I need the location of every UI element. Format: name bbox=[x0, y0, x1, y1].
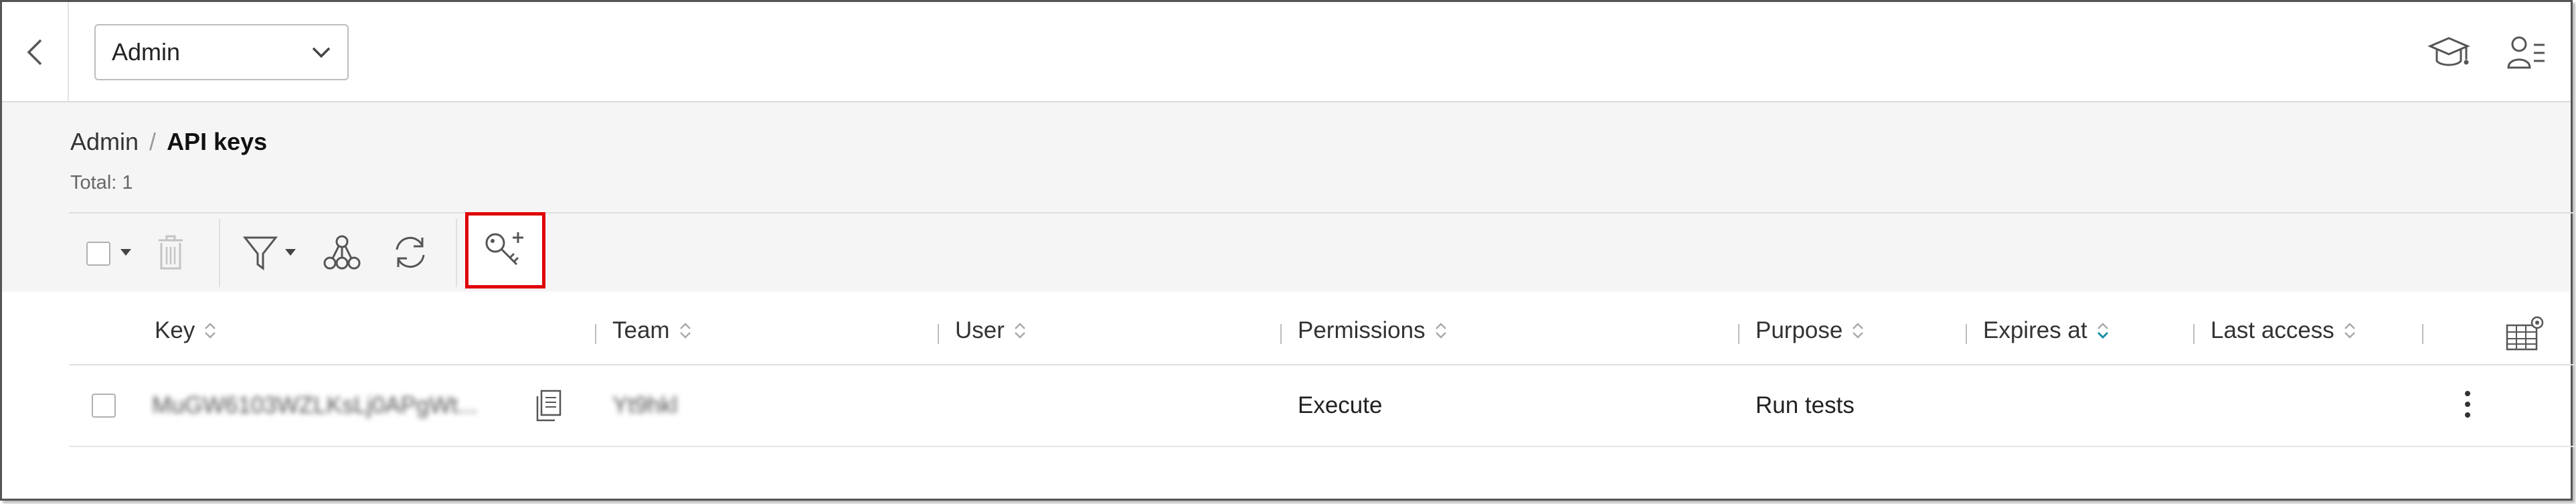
column-label: User bbox=[955, 317, 1005, 343]
nodes-icon bbox=[323, 235, 361, 270]
key-cell: MuGW6103WZLKsLj0APgWt... bbox=[152, 392, 478, 418]
column-label: Last access bbox=[2211, 317, 2334, 343]
column-header-team[interactable]: Team bbox=[612, 317, 693, 344]
purpose-cell: Run tests bbox=[1755, 392, 1855, 418]
sort-icon bbox=[1015, 323, 1025, 339]
learning-button[interactable] bbox=[2425, 29, 2472, 76]
sort-icon bbox=[2344, 323, 2355, 339]
breadcrumb-admin-link[interactable]: Admin bbox=[70, 128, 139, 156]
table-settings-button[interactable] bbox=[2505, 313, 2547, 352]
top-bar: Admin bbox=[2, 2, 2571, 102]
table-row[interactable]: MuGW6103WZLKsLj0APgWt... Yt9hkl Execute … bbox=[69, 365, 2575, 447]
user-menu-button[interactable] bbox=[2504, 29, 2551, 76]
refresh-icon bbox=[396, 236, 425, 268]
filter-icon bbox=[243, 236, 278, 270]
more-vertical-icon bbox=[2465, 391, 2470, 418]
select-all-checkbox[interactable] bbox=[86, 242, 110, 266]
chevron-left-icon bbox=[27, 39, 42, 66]
column-label: Key bbox=[155, 317, 195, 343]
column-resizer[interactable] bbox=[938, 324, 939, 344]
column-resizer[interactable] bbox=[595, 324, 596, 344]
filter-menu-button[interactable] bbox=[284, 248, 296, 256]
row-actions-button[interactable] bbox=[2462, 390, 2473, 425]
column-header-purpose[interactable]: Purpose bbox=[1755, 317, 1865, 344]
workspace-select-value: Admin bbox=[112, 38, 181, 66]
table-settings-icon bbox=[2506, 316, 2544, 351]
column-label: Expires at bbox=[1983, 317, 2087, 343]
sort-icon bbox=[679, 323, 691, 339]
add-api-key-button[interactable] bbox=[465, 212, 545, 288]
copy-key-button[interactable] bbox=[535, 390, 562, 428]
column-resizer[interactable] bbox=[2193, 324, 2195, 344]
key-plus-icon bbox=[485, 232, 523, 266]
sort-icon bbox=[1435, 323, 1446, 339]
caret-down-icon bbox=[285, 249, 296, 256]
toolbar-divider bbox=[456, 219, 457, 287]
group-button[interactable] bbox=[322, 234, 362, 272]
row-checkbox-box bbox=[92, 394, 116, 418]
refresh-button[interactable] bbox=[392, 234, 429, 271]
column-label: Permissions bbox=[1298, 317, 1426, 343]
toolbar bbox=[69, 212, 2575, 292]
column-label: Purpose bbox=[1755, 317, 1843, 343]
select-menu-button[interactable] bbox=[120, 248, 132, 256]
breadcrumb: Admin / API keys bbox=[70, 128, 267, 156]
permissions-cell: Execute bbox=[1298, 392, 1383, 418]
column-header-key[interactable]: Key bbox=[155, 317, 218, 344]
table-header: Key Team User Permissions Purpose Expire… bbox=[69, 292, 2575, 365]
caret-down-icon bbox=[120, 249, 131, 256]
total-count: Total: 1 bbox=[70, 172, 133, 193]
column-label: Team bbox=[612, 317, 670, 343]
column-resizer[interactable] bbox=[1738, 324, 1739, 344]
user-list-icon bbox=[2507, 36, 2545, 69]
filter-button[interactable] bbox=[243, 235, 278, 271]
team-cell: Yt9hkl bbox=[612, 392, 678, 418]
sort-icon bbox=[205, 323, 216, 339]
column-header-expires-at[interactable]: Expires at bbox=[1983, 317, 2110, 344]
column-header-user[interactable]: User bbox=[955, 317, 1027, 344]
workspace-select[interactable]: Admin bbox=[94, 24, 349, 80]
trash-icon bbox=[159, 235, 183, 270]
column-resizer[interactable] bbox=[1966, 324, 1967, 344]
app-window: Admin Admin / API keys Total: 1 Key Team… bbox=[0, 0, 2575, 501]
delete-button[interactable] bbox=[156, 234, 185, 271]
page-header: Admin / API keys Total: 1 bbox=[2, 102, 2575, 292]
breadcrumb-separator: / bbox=[149, 128, 157, 155]
sort-descending-icon bbox=[2097, 323, 2108, 339]
sort-icon bbox=[1853, 323, 1864, 339]
column-resizer[interactable] bbox=[1280, 324, 1282, 344]
page-title: API keys bbox=[167, 128, 268, 155]
toolbar-divider bbox=[219, 219, 220, 287]
back-button[interactable] bbox=[2, 2, 69, 102]
copy-icon bbox=[536, 390, 562, 422]
column-resizer[interactable] bbox=[2422, 324, 2423, 344]
graduation-cap-icon bbox=[2427, 37, 2470, 66]
row-checkbox[interactable] bbox=[92, 394, 116, 418]
column-header-last-access[interactable]: Last access bbox=[2211, 317, 2357, 344]
chevron-down-icon bbox=[312, 47, 331, 58]
select-all-checkbox-box bbox=[86, 242, 110, 266]
column-header-permissions[interactable]: Permissions bbox=[1298, 317, 1448, 344]
